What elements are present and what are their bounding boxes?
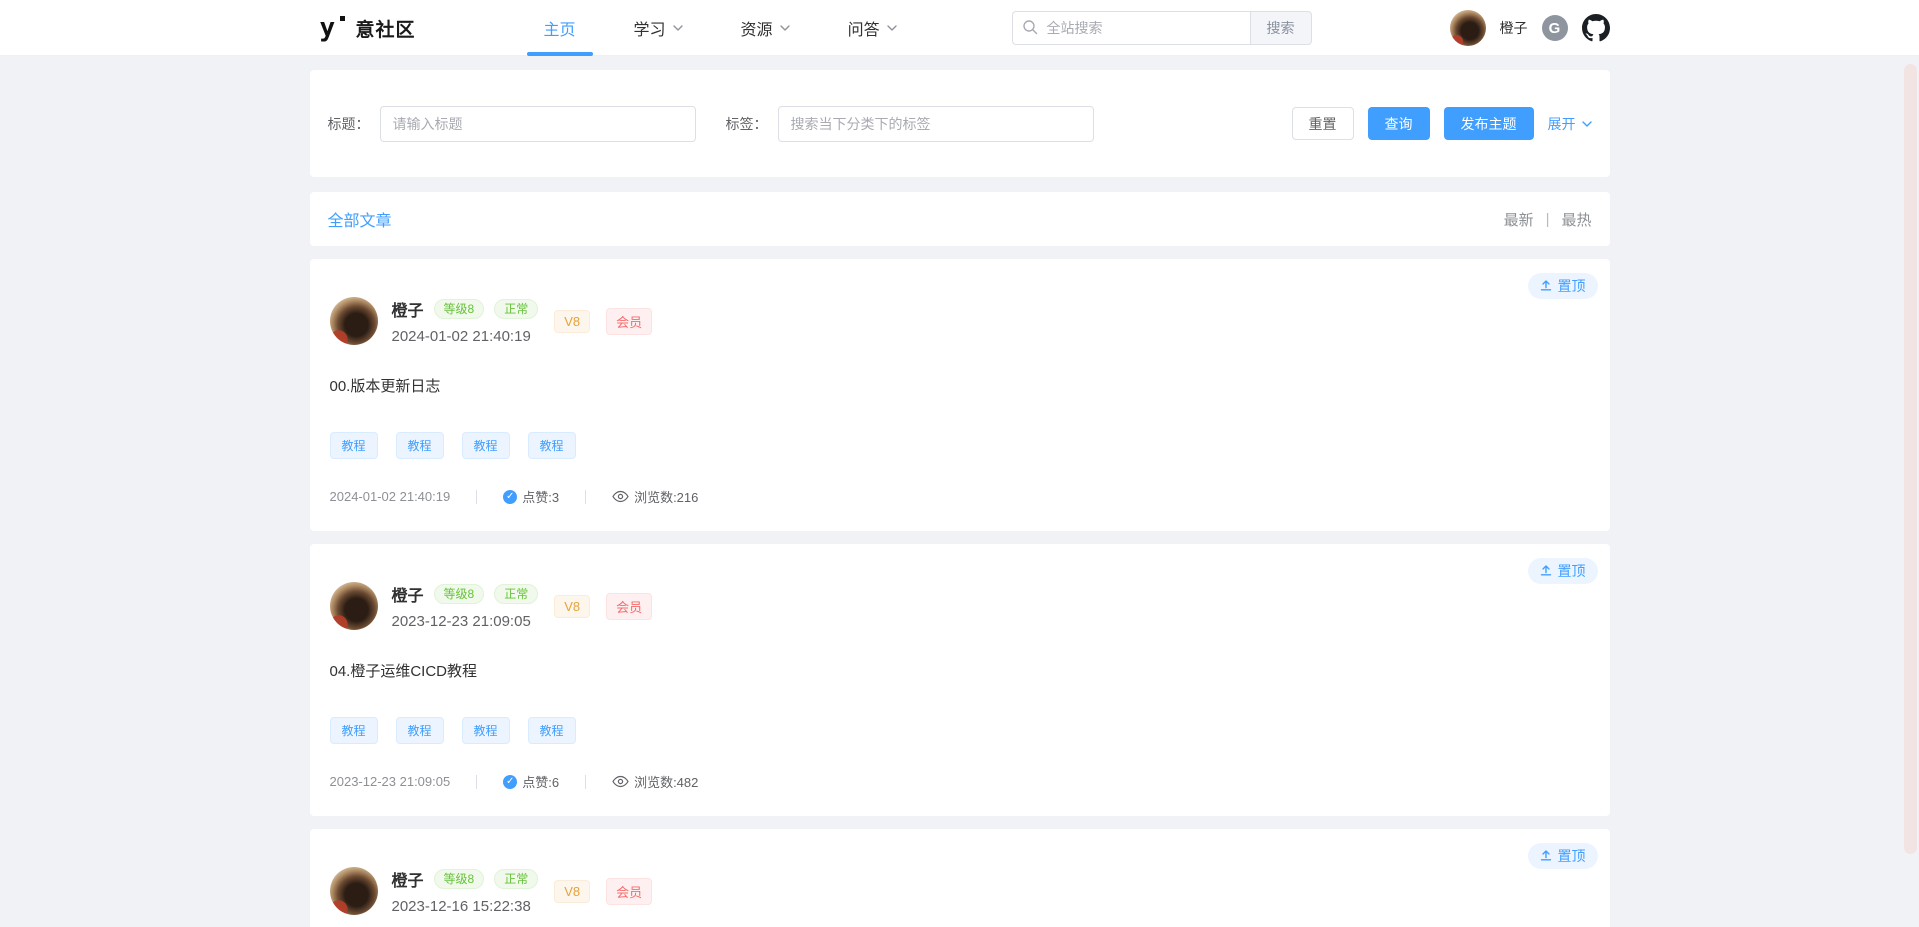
chevron-down-icon <box>887 25 897 31</box>
post-footer-time: 2023-12-23 21:09:05 <box>330 774 451 789</box>
nav-item-resource[interactable]: 资源 <box>741 0 790 56</box>
vip-badge: V8 <box>554 880 590 903</box>
search-icon <box>1022 19 1038 35</box>
level-badge: 等级8 <box>434 299 485 319</box>
vip-badge: V8 <box>554 310 590 333</box>
level-badge: 等级8 <box>434 584 485 604</box>
pin-button[interactable]: 置顶 <box>1528 843 1598 869</box>
post-tag[interactable]: 教程 <box>330 717 378 744</box>
post-title[interactable]: 00.版本更新日志 <box>330 375 1590 396</box>
author-avatar[interactable] <box>330 582 378 630</box>
post-card: 置顶 橙子 等级8 正常 2024-01-02 21:40:19 V8 会员 0… <box>310 259 1610 531</box>
top-navbar: y 意社区 主页 学习 资源 问答 搜索 <box>0 0 1919 56</box>
pin-button[interactable]: 置顶 <box>1528 273 1598 299</box>
post-tag[interactable]: 教程 <box>462 717 510 744</box>
user-avatar[interactable] <box>1450 10 1486 46</box>
post-card: 置顶 橙子 等级8 正常 2023-12-23 21:09:05 V8 会员 0… <box>310 544 1610 816</box>
post-tag[interactable]: 教程 <box>396 432 444 459</box>
pin-icon <box>1540 278 1552 294</box>
post-tag[interactable]: 教程 <box>330 432 378 459</box>
like-icon: ✓ <box>503 490 517 504</box>
status-badge: 正常 <box>494 299 538 319</box>
tab-all-articles[interactable]: 全部文章 <box>328 207 392 231</box>
post-time: 2023-12-16 15:22:38 <box>392 898 539 915</box>
publish-topic-button[interactable]: 发布主题 <box>1444 107 1534 140</box>
main-nav: 主页 学习 资源 问答 <box>544 0 897 56</box>
member-badge: 会员 <box>606 878 652 905</box>
like-icon: ✓ <box>503 775 517 789</box>
post-title[interactable]: 04.橙子运维CICD教程 <box>330 660 1590 681</box>
level-badge: 等级8 <box>434 869 485 889</box>
status-badge: 正常 <box>494 584 538 604</box>
global-search: 搜索 <box>1012 11 1312 45</box>
sort-hottest[interactable]: 最热 <box>1561 209 1591 230</box>
post-card: 置顶 橙子 等级8 正常 2023-12-16 15:22:38 V8 会员 <box>310 829 1610 927</box>
author-name[interactable]: 橙子 <box>392 582 424 606</box>
gitee-icon[interactable]: G <box>1542 15 1568 41</box>
likes-stat: ✓ 点赞:6 <box>503 772 559 791</box>
scrollbar-thumb[interactable] <box>1904 64 1917 854</box>
post-tag[interactable]: 教程 <box>528 432 576 459</box>
views-stat: 浏览数:482 <box>612 772 698 791</box>
user-name[interactable]: 橙子 <box>1500 18 1528 38</box>
user-area: 橙子 G <box>1450 10 1610 46</box>
vip-badge: V8 <box>554 595 590 618</box>
post-tag[interactable]: 教程 <box>528 717 576 744</box>
tag-field-label: 标签： <box>726 114 768 134</box>
post-time: 2023-12-23 21:09:05 <box>392 613 539 630</box>
status-badge: 正常 <box>494 869 538 889</box>
chevron-down-icon <box>673 25 683 31</box>
member-badge: 会员 <box>606 593 652 620</box>
tag-input[interactable] <box>778 106 1094 142</box>
pin-button[interactable]: 置顶 <box>1528 558 1598 584</box>
sort-divider: | <box>1546 211 1550 228</box>
nav-item-study[interactable]: 学习 <box>634 0 683 56</box>
github-icon[interactable] <box>1582 14 1610 42</box>
post-time: 2024-01-02 21:40:19 <box>392 328 539 345</box>
member-badge: 会员 <box>606 308 652 335</box>
views-stat: 浏览数:216 <box>612 487 698 506</box>
author-name[interactable]: 橙子 <box>392 867 424 891</box>
chevron-down-icon <box>780 25 790 31</box>
nav-item-home[interactable]: 主页 <box>544 0 576 56</box>
search-input[interactable] <box>1012 11 1250 45</box>
search-button[interactable]: 搜索 <box>1250 11 1312 45</box>
chevron-down-icon <box>1582 121 1592 127</box>
post-tag[interactable]: 教程 <box>462 432 510 459</box>
query-button[interactable]: 查询 <box>1368 107 1430 140</box>
brand-logo[interactable]: y 意社区 <box>310 15 416 42</box>
nav-item-qa[interactable]: 问答 <box>848 0 897 56</box>
post-tag[interactable]: 教程 <box>396 717 444 744</box>
pin-icon <box>1540 563 1552 579</box>
post-footer-time: 2024-01-02 21:40:19 <box>330 489 451 504</box>
title-input[interactable] <box>380 106 696 142</box>
eye-icon <box>612 775 629 788</box>
reset-button[interactable]: 重置 <box>1292 107 1354 140</box>
sort-newest[interactable]: 最新 <box>1504 209 1534 230</box>
list-header: 全部文章 最新 | 最热 <box>310 192 1610 246</box>
brand-title: 意社区 <box>356 15 416 42</box>
author-avatar[interactable] <box>330 867 378 915</box>
likes-stat: ✓ 点赞:3 <box>503 487 559 506</box>
author-name[interactable]: 橙子 <box>392 297 424 321</box>
title-field-label: 标题： <box>328 114 370 134</box>
pin-icon <box>1540 848 1552 864</box>
eye-icon <box>612 490 629 503</box>
expand-toggle[interactable]: 展开 <box>1548 114 1592 134</box>
brand-icon: y <box>320 15 346 41</box>
filter-bar: 标题： 标签： 重置 查询 发布主题 展开 <box>310 70 1610 177</box>
author-avatar[interactable] <box>330 297 378 345</box>
